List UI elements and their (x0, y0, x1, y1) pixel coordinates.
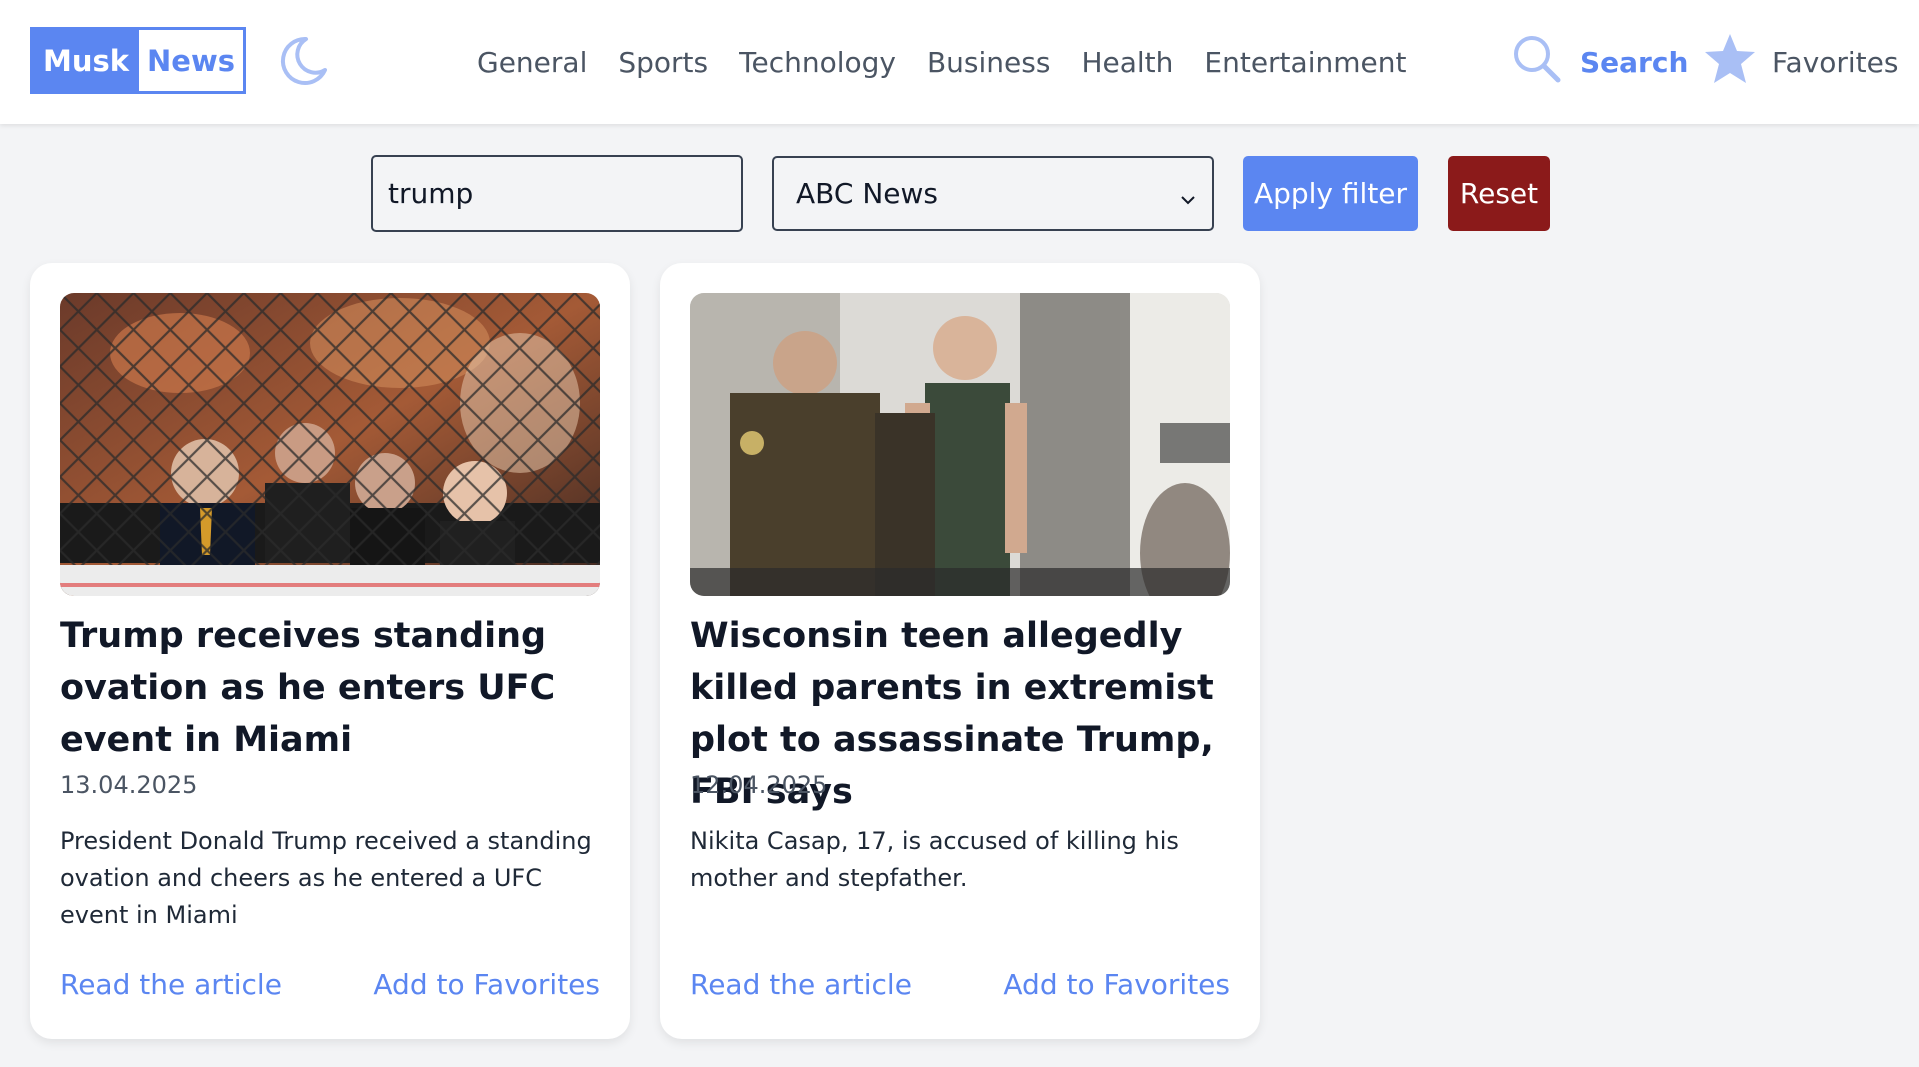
source-select[interactable]: ABC News (772, 156, 1214, 231)
read-article-link[interactable]: Read the article (690, 968, 912, 1001)
add-to-favorites-link[interactable]: Add to Favorites (1003, 968, 1230, 1001)
search-link[interactable]: Search (1512, 32, 1688, 92)
source-select-value: ABC News (796, 177, 938, 210)
search-input[interactable] (371, 155, 743, 232)
nav-business[interactable]: Business (927, 46, 1050, 79)
reset-button[interactable]: Reset (1448, 156, 1550, 231)
favorites-link[interactable]: Favorites (1702, 32, 1898, 92)
add-to-favorites-link[interactable]: Add to Favorites (373, 968, 600, 1001)
nav-entertainment[interactable]: Entertainment (1204, 46, 1406, 79)
logo-news: News (139, 30, 243, 91)
article-title: Trump receives standing ovation as he en… (60, 616, 556, 760)
favorites-label: Favorites (1772, 45, 1899, 79)
article-card: Wisconsin teen allegedly killed parents … (660, 263, 1260, 1039)
search-label: Search (1580, 45, 1689, 79)
logo-musk: Musk (33, 30, 139, 91)
moon-icon[interactable] (276, 34, 330, 88)
article-date: 13.04.2025 (60, 771, 198, 799)
article-card: Trump receives standing ovation as he en… (30, 263, 630, 1039)
star-icon (1702, 32, 1758, 93)
category-nav: General Sports Technology Business Healt… (477, 38, 1406, 86)
nav-sports[interactable]: Sports (618, 46, 708, 79)
article-description: President Donald Trump received a standi… (60, 827, 592, 929)
nav-health[interactable]: Health (1081, 46, 1173, 79)
article-description: Nikita Casap, 17, is accused of killing … (690, 827, 1179, 892)
top-navbar: Musk News General Sports Technology Busi… (0, 0, 1919, 124)
article-image (690, 293, 1230, 596)
article-image (60, 293, 600, 596)
nav-general[interactable]: General (477, 46, 587, 79)
read-article-link[interactable]: Read the article (60, 968, 282, 1001)
chevron-down-icon (1178, 184, 1198, 205)
article-date: 12.04.2025 (690, 771, 828, 799)
search-icon (1512, 34, 1562, 91)
apply-filter-button[interactable]: Apply filter (1243, 156, 1418, 231)
nav-technology[interactable]: Technology (739, 46, 896, 79)
site-logo[interactable]: Musk News (30, 27, 246, 94)
